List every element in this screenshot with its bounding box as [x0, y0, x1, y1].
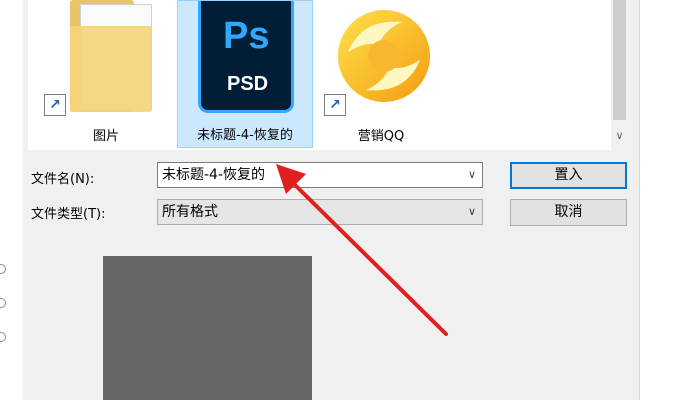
place-file-dialog: ↗ 图片 Ps PSD 未标题-4-恢复的 ↗ 营销QQ ∨ 文件名(N): 未…	[23, 0, 640, 400]
file-item-psd[interactable]: Ps PSD 未标题-4-恢复的	[177, 0, 313, 148]
radio-button[interactable]	[0, 332, 6, 342]
shortcut-arrow-icon: ↗	[44, 94, 66, 116]
vertical-scrollbar[interactable]: ∨	[611, 0, 628, 150]
radio-button[interactable]	[0, 298, 6, 308]
chevron-down-icon[interactable]: ∨	[468, 200, 476, 224]
shortcut-arrow-icon: ↗	[324, 94, 346, 116]
file-item-label: 图片	[92, 129, 119, 144]
cancel-button[interactable]: 取消	[510, 199, 627, 226]
background-strip	[0, 0, 23, 400]
scroll-thumb[interactable]	[613, 0, 626, 120]
chevron-down-icon[interactable]: ∨	[468, 163, 476, 187]
file-item-qq[interactable]: ↗ 营销QQ	[316, 0, 446, 148]
filetype-select[interactable]: 所有格式 ∨	[157, 199, 483, 225]
filename-input[interactable]: 未标题-4-恢复的 ∨	[157, 162, 483, 188]
file-item-label: 营销QQ	[357, 129, 405, 144]
file-list: ↗ 图片 Ps PSD 未标题-4-恢复的 ↗ 营销QQ	[28, 0, 611, 150]
radio-button[interactable]	[0, 264, 6, 274]
file-item-pictures[interactable]: ↗ 图片	[36, 0, 176, 148]
file-item-label: 未标题-4-恢复的	[197, 128, 293, 143]
filename-label: 文件名(N):	[31, 172, 95, 187]
scroll-down-icon[interactable]: ∨	[611, 128, 628, 144]
photoshop-psd-icon: Ps PSD	[198, 1, 294, 113]
filetype-label: 文件类型(T):	[31, 207, 106, 222]
place-button[interactable]: 置入	[510, 162, 627, 189]
preview-thumbnail	[103, 256, 312, 400]
